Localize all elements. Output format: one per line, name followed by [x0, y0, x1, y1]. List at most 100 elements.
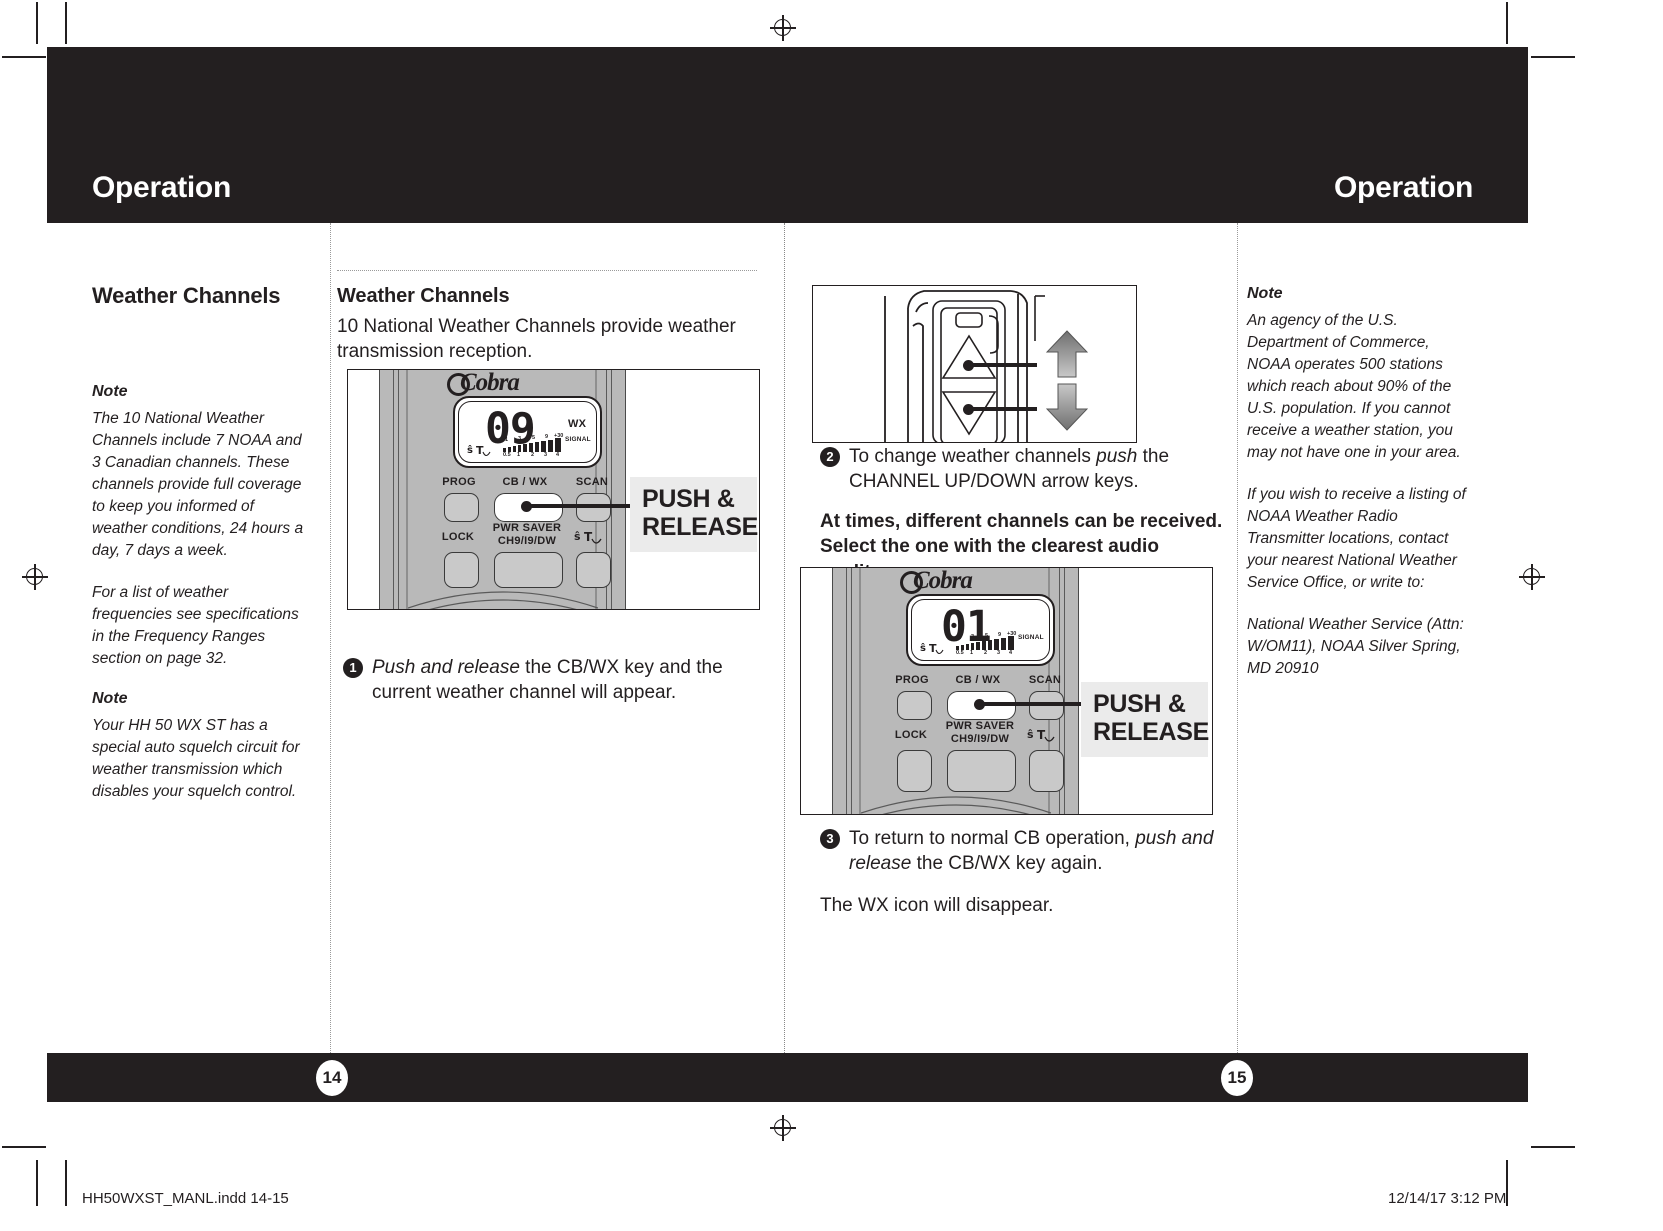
page-number-right: 15: [1221, 1060, 1253, 1096]
signal-bar: [535, 442, 539, 452]
key-label-pwr-saver: PWR SAVER: [492, 522, 562, 534]
signal-bar: [1008, 636, 1014, 650]
left-column-intro: Weather Channels 10 National Weather Cha…: [337, 285, 757, 365]
key-label-ch9-i9-dw: CH9/I9/DW: [950, 733, 1010, 745]
step-3: 3 To return to normal CB operation, push…: [820, 826, 1220, 877]
scale-tick: 4: [1009, 650, 1013, 656]
key-label-scan: SCAN: [1028, 674, 1062, 686]
signal-bar: [976, 642, 980, 650]
key-label-lock: LOCK: [894, 729, 928, 741]
arrow-up-icon: [1046, 330, 1088, 378]
callout-push-release-1: PUSH & RELEASE: [630, 477, 758, 552]
prog-key[interactable]: [897, 691, 932, 720]
step-text-post: the CB/WX key again.: [911, 853, 1103, 875]
scale-tick: 1: [970, 650, 974, 656]
scale-tick: 1: [505, 437, 509, 443]
svg-text:ŝ: ŝ: [920, 642, 926, 654]
radio-edge-line: [846, 568, 847, 814]
svg-text:ŝ: ŝ: [1027, 728, 1034, 741]
scale-tick: 3: [518, 436, 522, 442]
signal-bar: [555, 438, 561, 452]
scan-key[interactable]: [576, 493, 611, 522]
svg-text:T: T: [1037, 728, 1046, 742]
signal-bar: [994, 639, 999, 650]
step-text-emphasis: Push and release: [372, 657, 520, 678]
svg-text:T: T: [584, 530, 593, 544]
callout-line-2: RELEASE: [642, 513, 758, 542]
note-label: Note: [92, 690, 128, 707]
step-text-pre: To change weather channels: [849, 446, 1097, 467]
crop-mark-bl-v: [36, 1160, 38, 1206]
signal-bar: [541, 441, 546, 452]
key-label-scan: SCAN: [575, 476, 609, 488]
scale-tick: 4: [556, 452, 560, 458]
figure-radio-side-arrows: [812, 285, 1137, 443]
radio-edge-line: [1064, 568, 1065, 814]
scale-tick: 2: [531, 452, 535, 458]
signal-bar: [1001, 638, 1006, 650]
manual-page-spread: Operation Operation 14 15 Weather Channe…: [0, 0, 1663, 1231]
column-rule-left: [330, 223, 331, 1053]
registration-mark-bottom: [770, 1115, 796, 1141]
page-header-band: [47, 47, 1528, 223]
crop-mark-bl2-v: [65, 1160, 67, 1206]
key-label-cbwx: CB / WX: [955, 674, 1001, 686]
radio-edge-line: [851, 568, 852, 814]
step-text: To return to normal CB operation, push a…: [849, 826, 1220, 877]
prog-key[interactable]: [444, 493, 479, 522]
note-paragraph: An agency of the U.S. Department of Comm…: [1247, 312, 1461, 461]
signal-label: SIGNAL: [565, 436, 591, 443]
note-paragraph: Your HH 50 WX ST has a special auto sque…: [92, 717, 300, 800]
scale-tick: 2: [984, 650, 988, 656]
signal-bar: [518, 445, 521, 452]
leader-line: [981, 702, 1086, 706]
key-label-pwr-saver: PWR SAVER: [945, 720, 1015, 732]
scale-tick: 1: [958, 635, 962, 641]
step-text: To change weather channels push the CHAN…: [849, 444, 1220, 495]
svg-text:T: T: [929, 642, 937, 655]
imprint-timestamp: 12/14/17 3:12 PM: [1388, 1190, 1507, 1207]
scale-tick: 3: [997, 650, 1001, 656]
note-label: Note: [92, 383, 128, 400]
scale-tick: 0.5: [956, 650, 964, 656]
signal-bar: [966, 644, 969, 650]
scale-tick: +30: [1007, 631, 1017, 637]
note-label: Note: [1247, 285, 1283, 302]
crop-mark-tr-v: [1506, 2, 1508, 44]
step-number: 3: [820, 829, 840, 849]
leader-line: [528, 504, 638, 508]
step-2: 2 To change weather channels push the CH…: [820, 444, 1220, 495]
scale-tick: 1: [517, 452, 521, 458]
squelch-icon: ŝ T: [920, 642, 944, 655]
callout-line-2: RELEASE: [1093, 718, 1209, 747]
callout-push-release-2: PUSH & RELEASE: [1081, 682, 1209, 757]
page-footer-band: [47, 1053, 1528, 1102]
signal-label: SIGNAL: [1018, 634, 1044, 641]
brand-wordmark: Cobra: [460, 369, 520, 396]
crop-mark-tr-h: [1531, 56, 1575, 58]
signal-bar: [548, 440, 553, 452]
spine-guide: [784, 223, 785, 1053]
squelch-icon: ŝ T: [467, 444, 491, 457]
column-rule-right: [1237, 223, 1238, 1053]
signal-bar: [988, 640, 992, 650]
registration-mark-left: [22, 564, 48, 590]
step-text-emphasis: push: [1096, 446, 1138, 467]
scan-key[interactable]: [1029, 691, 1064, 720]
scale-tick: +30: [554, 433, 564, 439]
step-number: 2: [820, 447, 840, 467]
svg-text:ŝ: ŝ: [467, 444, 473, 456]
note-paragraph: For a list of weather frequencies see sp…: [92, 584, 299, 667]
step-text-pre: To return to normal CB operation,: [849, 828, 1136, 849]
key-label-prog: PROG: [442, 476, 476, 488]
radio-edge-line: [393, 370, 394, 609]
brand-wordmark: Cobra: [913, 567, 973, 594]
registration-mark-top: [770, 15, 796, 41]
callout-line-1: PUSH &: [642, 485, 735, 513]
scale-tick: 3: [971, 634, 975, 640]
registration-mark-right: [1519, 564, 1545, 590]
closing-text: The WX icon will disappear.: [820, 895, 1054, 916]
speaker-grille: [861, 796, 1051, 814]
lcd-display: 01 SIGNAL ŝ T 1 3 5 9 +30 0.5 1 2 3 4: [906, 594, 1055, 666]
page-title-right: Operation: [1334, 171, 1473, 204]
